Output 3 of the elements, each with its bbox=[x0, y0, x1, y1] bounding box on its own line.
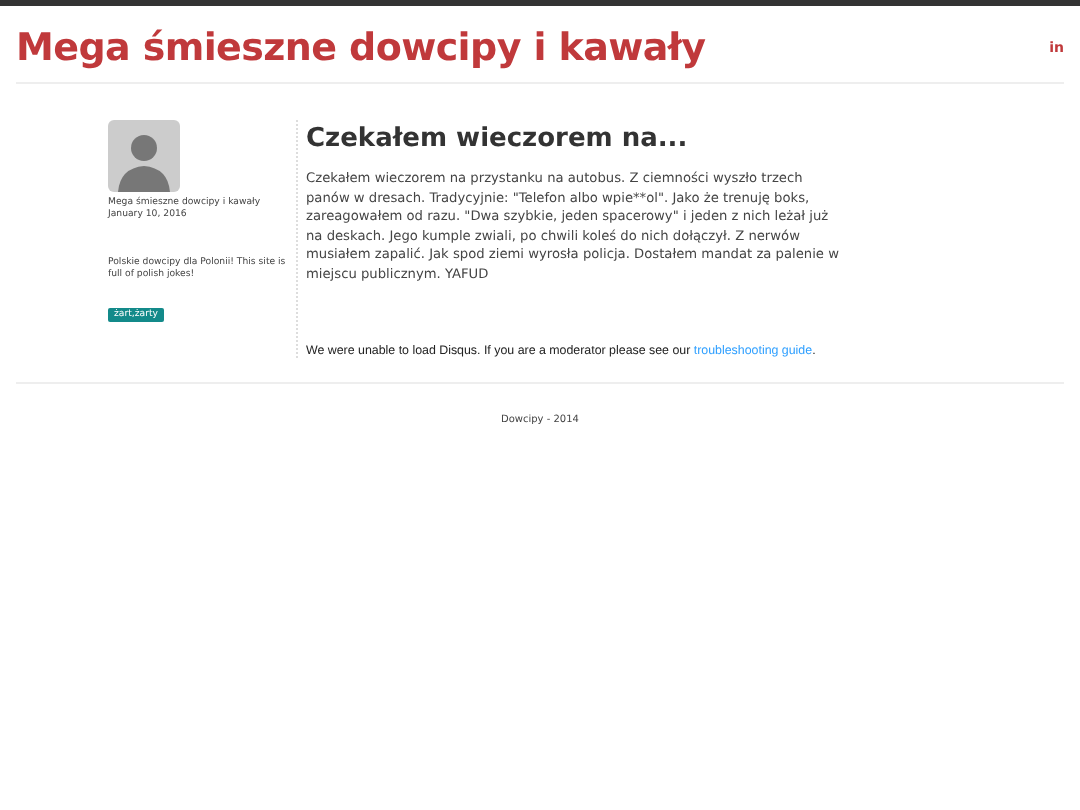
avatar-icon bbox=[108, 120, 180, 192]
post-title: Czekałem wieczorem na... bbox=[306, 124, 690, 154]
site-title[interactable]: Mega śmieszne dowcipy i kawały bbox=[16, 26, 706, 70]
